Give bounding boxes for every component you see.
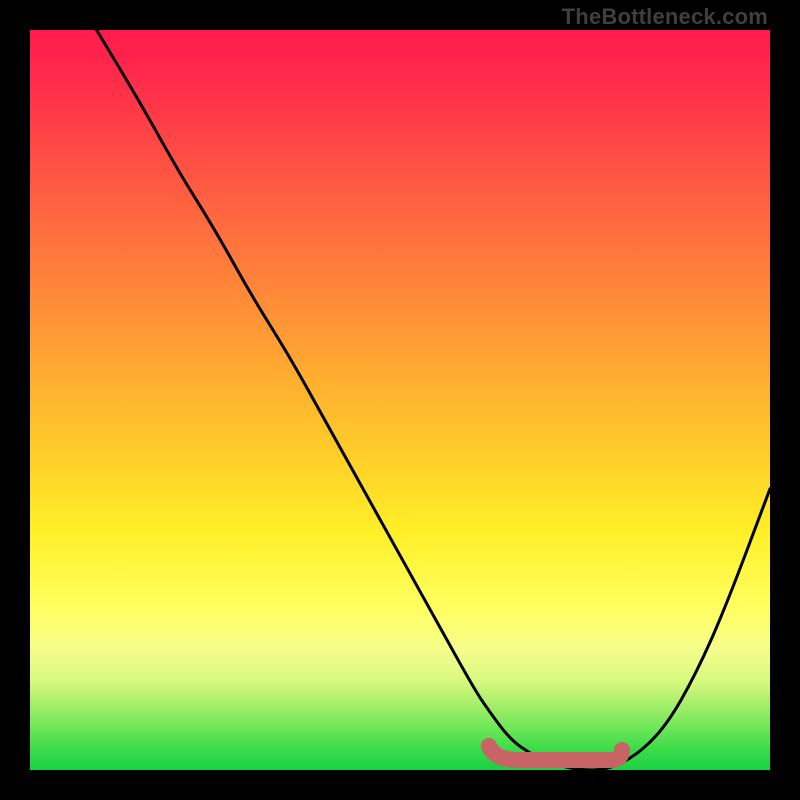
bottleneck-curve xyxy=(30,30,770,770)
optimal-range-marker xyxy=(489,746,622,760)
watermark-text: TheBottleneck.com xyxy=(562,4,768,30)
plot-area xyxy=(30,30,770,770)
curve-line xyxy=(97,30,770,770)
chart-frame: TheBottleneck.com xyxy=(0,0,800,800)
